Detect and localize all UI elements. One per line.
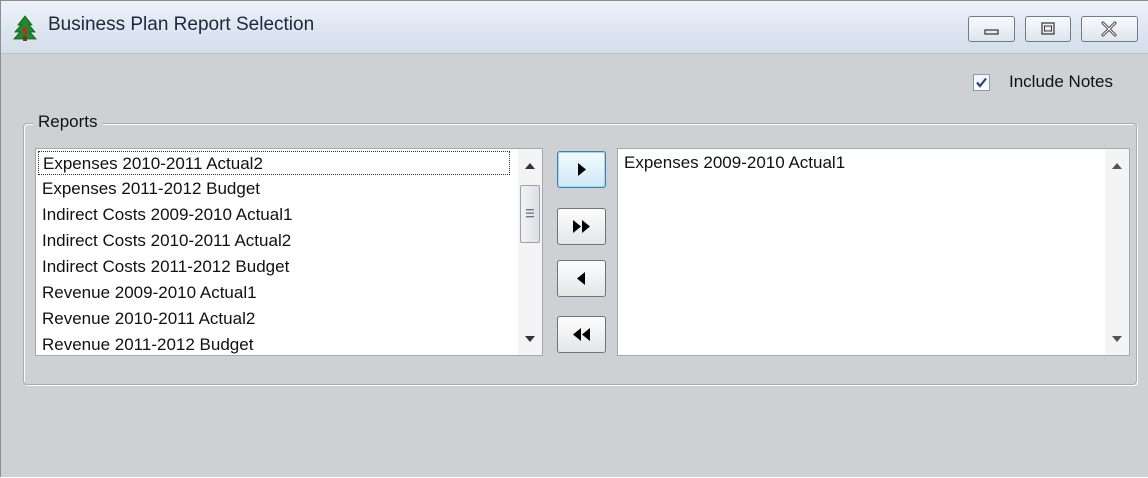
title-bar[interactable]: $ Business Plan Report Selection [1,1,1148,54]
reports-group-label: Reports [33,112,103,132]
move-all-left-button[interactable] [557,316,606,353]
move-left-button[interactable] [557,260,606,297]
window-title: Business Plan Report Selection [48,14,315,35]
scroll-thumb[interactable] [520,185,540,243]
minimize-icon [984,29,999,35]
selected-list-scrollbar[interactable] [1105,149,1129,355]
list-item[interactable]: Revenue 2011-2012 Budget [42,333,253,355]
close-button[interactable] [1081,16,1138,42]
svg-text:$: $ [22,26,29,37]
move-all-left-icon [573,328,590,341]
list-item[interactable]: Expenses 2009-2010 Actual1 [624,151,845,175]
list-item[interactable]: Indirect Costs 2010-2011 Actual2 [42,229,291,253]
move-right-icon [578,163,586,176]
restore-icon [1041,22,1055,35]
move-right-button[interactable] [557,151,606,188]
move-left-icon [577,272,585,285]
scroll-up-arrow-icon[interactable] [1112,163,1122,169]
minimize-button[interactable] [968,16,1015,42]
scroll-up-arrow-icon[interactable] [525,163,535,169]
selected-reports-list[interactable]: Expenses 2009-2010 Actual1 [617,148,1130,356]
list-item[interactable]: Indirect Costs 2009-2010 Actual1 [42,203,292,227]
available-list-scrollbar[interactable] [518,149,542,355]
dialog-body: Include Notes Reports Expenses 2010-2011… [1,54,1148,478]
close-icon [1101,21,1117,37]
list-item[interactable]: Revenue 2010-2011 Actual2 [42,307,255,331]
available-reports-list[interactable]: Expenses 2010-2011 Actual2 Expenses 2011… [35,148,543,356]
list-item[interactable]: Expenses 2010-2011 Actual2 [38,151,510,175]
scroll-down-arrow-icon[interactable] [525,336,535,342]
move-all-right-button[interactable] [557,208,606,245]
move-all-right-icon [573,220,590,233]
checkmark-icon [976,77,987,88]
report-selection-window: $ Business Plan Report Selection Include… [0,0,1148,477]
grip-icon [526,209,534,218]
list-item[interactable]: Expenses 2011-2012 Budget [42,177,260,201]
list-item[interactable]: Indirect Costs 2011-2012 Budget [42,255,289,279]
include-notes-checkbox[interactable] [973,74,990,91]
list-item[interactable]: Revenue 2009-2010 Actual1 [42,281,257,305]
tree-dollar-icon: $ [12,15,38,41]
include-notes-label[interactable]: Include Notes [1009,72,1113,92]
scroll-down-arrow-icon[interactable] [1112,336,1122,342]
restore-button[interactable] [1025,16,1071,42]
